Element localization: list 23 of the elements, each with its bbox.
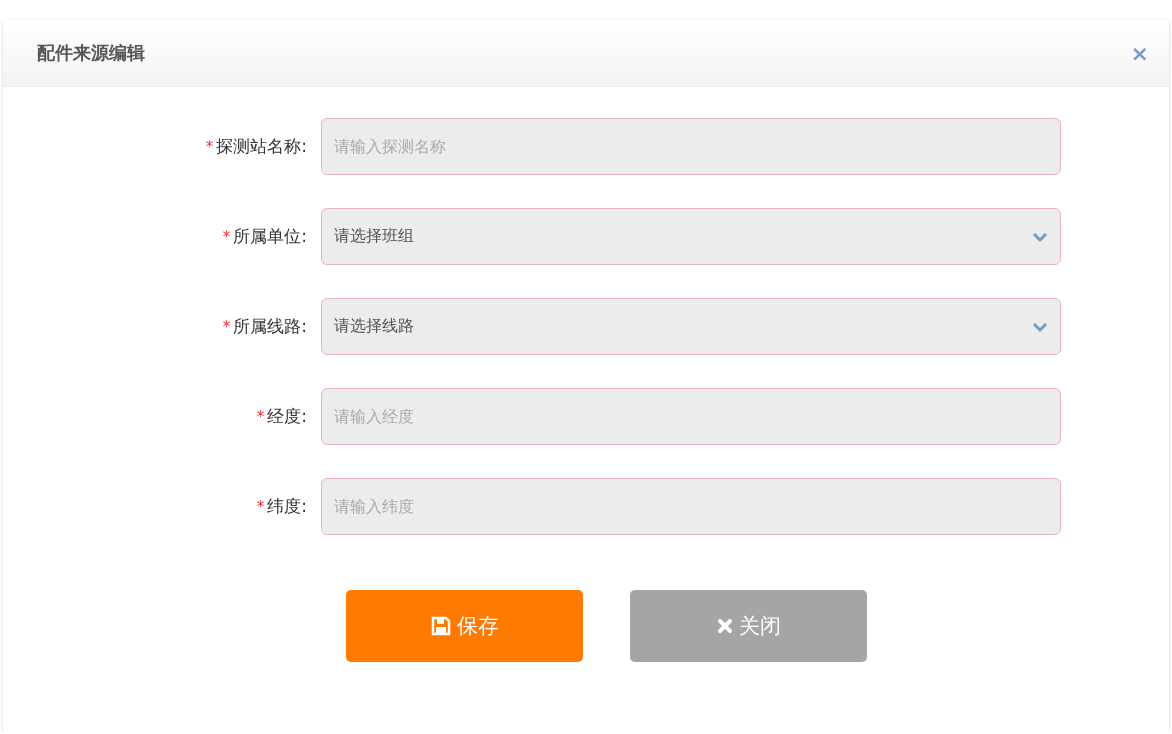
required-mark: * bbox=[222, 227, 231, 246]
required-mark: * bbox=[256, 497, 265, 516]
field-label: 所属单位: bbox=[233, 225, 307, 248]
chevron-down-icon bbox=[1032, 231, 1048, 242]
field-label: 所属线路: bbox=[233, 315, 307, 338]
input-field[interactable]: 请输入纬度 bbox=[321, 478, 1061, 535]
select-field[interactable]: 请选择班组 bbox=[321, 208, 1061, 265]
close-dialog-button[interactable]: 关闭 bbox=[630, 590, 867, 662]
save-icon bbox=[430, 616, 451, 636]
chevron-down-icon bbox=[1032, 321, 1048, 332]
close-icon bbox=[716, 618, 733, 634]
field-label: 纬度: bbox=[267, 495, 307, 518]
select-field[interactable]: 请选择线路 bbox=[321, 298, 1061, 355]
field-label: 探测站名称: bbox=[216, 135, 307, 158]
field-label: 经度: bbox=[267, 405, 307, 428]
required-mark: * bbox=[222, 317, 231, 336]
input-field[interactable]: 请输入经度 bbox=[321, 388, 1061, 445]
dialog-title: 配件来源编辑 bbox=[37, 41, 145, 65]
input-field[interactable]: 请输入探测名称 bbox=[321, 118, 1061, 175]
required-mark: * bbox=[256, 407, 265, 426]
required-mark: * bbox=[205, 137, 214, 156]
save-button[interactable]: 保存 bbox=[346, 590, 583, 662]
close-button[interactable]: × bbox=[1130, 40, 1149, 66]
